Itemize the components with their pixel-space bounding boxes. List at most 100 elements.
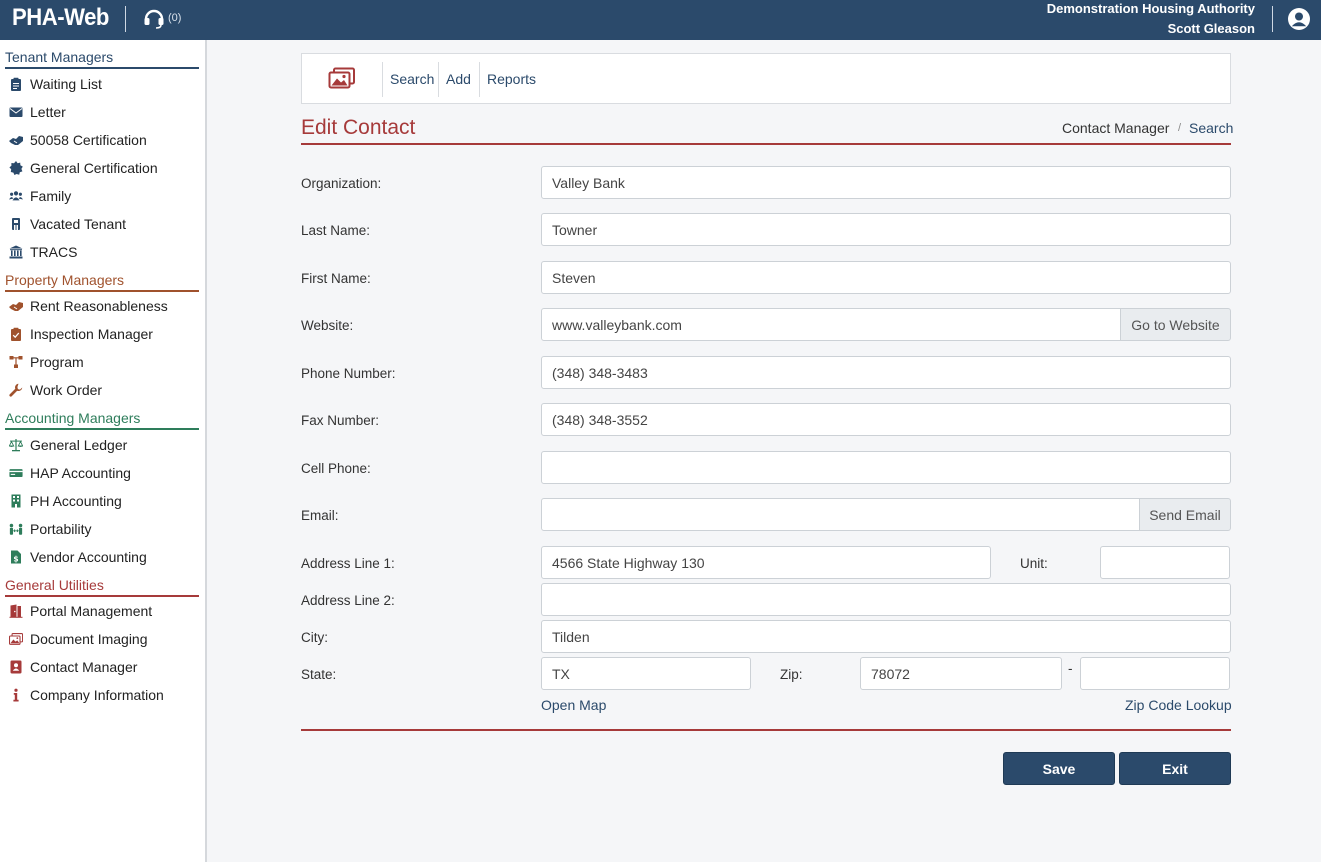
sidebar-item-company-information[interactable]: Company Information [0, 683, 205, 707]
user-name: Scott Gleason [1167, 21, 1255, 36]
envelope-icon [9, 107, 23, 117]
clipboard-icon [11, 77, 21, 91]
module-toolbar: Search Add Reports [301, 53, 1231, 104]
users-icon [9, 191, 23, 201]
user-circle-icon[interactable] [1287, 7, 1311, 31]
sidebar-item-program[interactable]: Program [0, 350, 205, 374]
sidebar-item-label: Vacated Tenant [30, 216, 127, 232]
sidebar-item-portal-management[interactable]: Portal Management [0, 599, 205, 623]
sidebar-item-label: HAP Accounting [30, 465, 131, 481]
breadcrumb-search-link[interactable]: Search [1189, 120, 1233, 136]
sidebar-item-label: Waiting List [30, 76, 102, 92]
file-invoice-dollar-icon: $ [11, 550, 21, 564]
zip-extension-input[interactable] [1080, 657, 1230, 690]
bank-icon [9, 245, 23, 259]
sidebar-item-general-ledger[interactable]: General Ledger [0, 433, 205, 457]
sitemap-icon [9, 356, 23, 368]
sidebar-item-label: General Ledger [30, 437, 128, 453]
address-line-1-input[interactable] [541, 546, 991, 579]
email-input[interactable] [541, 498, 1140, 531]
money-bill-icon [9, 469, 23, 477]
wrench-icon [9, 383, 23, 397]
header-divider [125, 6, 126, 32]
brand-logo[interactable]: PHA-Web [12, 4, 109, 32]
toolbar-divider [479, 62, 480, 97]
email-label: Email: [301, 508, 339, 523]
zip-input[interactable] [860, 657, 1062, 690]
svg-text:$: $ [13, 555, 18, 564]
phone-number-input[interactable] [541, 356, 1231, 389]
organization-label: Organization: [301, 176, 382, 191]
organization-input[interactable] [541, 166, 1231, 199]
sidebar-item-document-imaging[interactable]: Document Imaging [0, 627, 205, 651]
sidebar-item-label: PH Accounting [30, 493, 122, 509]
building-icon [11, 494, 21, 508]
sidebar-item-family[interactable]: Family [0, 184, 205, 208]
sidebar-item-vendor-accounting[interactable]: $ Vendor Accounting [0, 545, 205, 569]
toolbar-divider [438, 62, 439, 97]
website-label: Website: [301, 318, 354, 333]
sidebar-item-hap-accounting[interactable]: HAP Accounting [0, 461, 205, 485]
sidebar-item-label: Portability [30, 521, 92, 537]
images-icon [9, 633, 23, 645]
last-name-label: Last Name: [301, 223, 371, 238]
last-name-input[interactable] [541, 213, 1231, 246]
headset-icon[interactable] [142, 6, 166, 30]
people-arrows-icon [9, 523, 23, 535]
sidebar-item-portability[interactable]: Portability [0, 517, 205, 541]
cell-phone-label: Cell Phone: [301, 461, 371, 476]
exit-button[interactable]: Exit [1119, 752, 1231, 785]
sidebar-item-label: TRACS [30, 244, 78, 260]
door-open-icon [9, 604, 23, 618]
certificate-icon [9, 161, 23, 175]
sidebar-item-rent-reasonableness[interactable]: Rent Reasonableness [0, 294, 205, 318]
city-input[interactable] [541, 620, 1231, 653]
sidebar-item-label: Document Imaging [30, 631, 148, 647]
sidebar: Tenant Managers Waiting List Letter 5005… [0, 40, 207, 862]
cell-phone-input[interactable] [541, 451, 1231, 484]
unit-label: Unit: [1020, 556, 1048, 571]
save-button[interactable]: Save [1003, 752, 1115, 785]
fax-number-input[interactable] [541, 403, 1231, 436]
balance-scale-icon [9, 439, 23, 452]
unit-input[interactable] [1100, 546, 1230, 579]
sidebar-item-vacated-tenant[interactable]: Vacated Tenant [0, 212, 205, 236]
address-line-2-input[interactable] [541, 583, 1231, 616]
first-name-label: First Name: [301, 271, 371, 286]
first-name-input[interactable] [541, 261, 1231, 294]
go-to-website-button[interactable]: Go to Website [1120, 308, 1231, 341]
handshake-icon [9, 136, 23, 145]
info-icon [13, 688, 19, 702]
toolbar-add-link[interactable]: Add [446, 71, 471, 87]
zip-code-lookup-link[interactable]: Zip Code Lookup [1125, 697, 1232, 713]
sidebar-item-inspection-manager[interactable]: Inspection Manager [0, 322, 205, 346]
top-bar: PHA-Web (0) Demonstration Housing Author… [0, 0, 1321, 40]
website-input[interactable] [541, 308, 1121, 341]
sidebar-item-waiting-list[interactable]: Waiting List [0, 72, 205, 96]
sidebar-item-label: Rent Reasonableness [30, 298, 168, 314]
sidebar-item-label: Letter [30, 104, 66, 120]
section-title-property-managers: Property Managers [5, 272, 199, 292]
sidebar-item-contact-manager[interactable]: Contact Manager [0, 655, 205, 679]
sidebar-item-work-order[interactable]: Work Order [0, 378, 205, 402]
section-title-general-utilities: General Utilities [5, 577, 199, 597]
open-map-link[interactable]: Open Map [541, 697, 606, 713]
sidebar-item-tracs[interactable]: TRACS [0, 240, 205, 264]
sidebar-item-letter[interactable]: Letter [0, 100, 205, 124]
form-divider [301, 729, 1231, 731]
sidebar-item-label: Portal Management [30, 603, 153, 619]
toolbar-divider [382, 62, 383, 97]
images-icon[interactable] [328, 67, 356, 89]
toolbar-search-link[interactable]: Search [390, 71, 434, 87]
sidebar-item-general-certification[interactable]: General Certification [0, 156, 205, 180]
handshake-icon [9, 302, 23, 311]
send-email-button[interactable]: Send Email [1139, 498, 1231, 531]
toolbar-reports-link[interactable]: Reports [487, 71, 536, 87]
sidebar-item-50058-certification[interactable]: 50058 Certification [0, 128, 205, 152]
sidebar-item-label: Vendor Accounting [30, 549, 147, 565]
sidebar-item-ph-accounting[interactable]: PH Accounting [0, 489, 205, 513]
state-input[interactable] [541, 657, 751, 690]
fax-number-label: Fax Number: [301, 413, 380, 428]
sidebar-item-label: Company Information [30, 687, 164, 703]
clipboard-check-icon [11, 327, 21, 341]
